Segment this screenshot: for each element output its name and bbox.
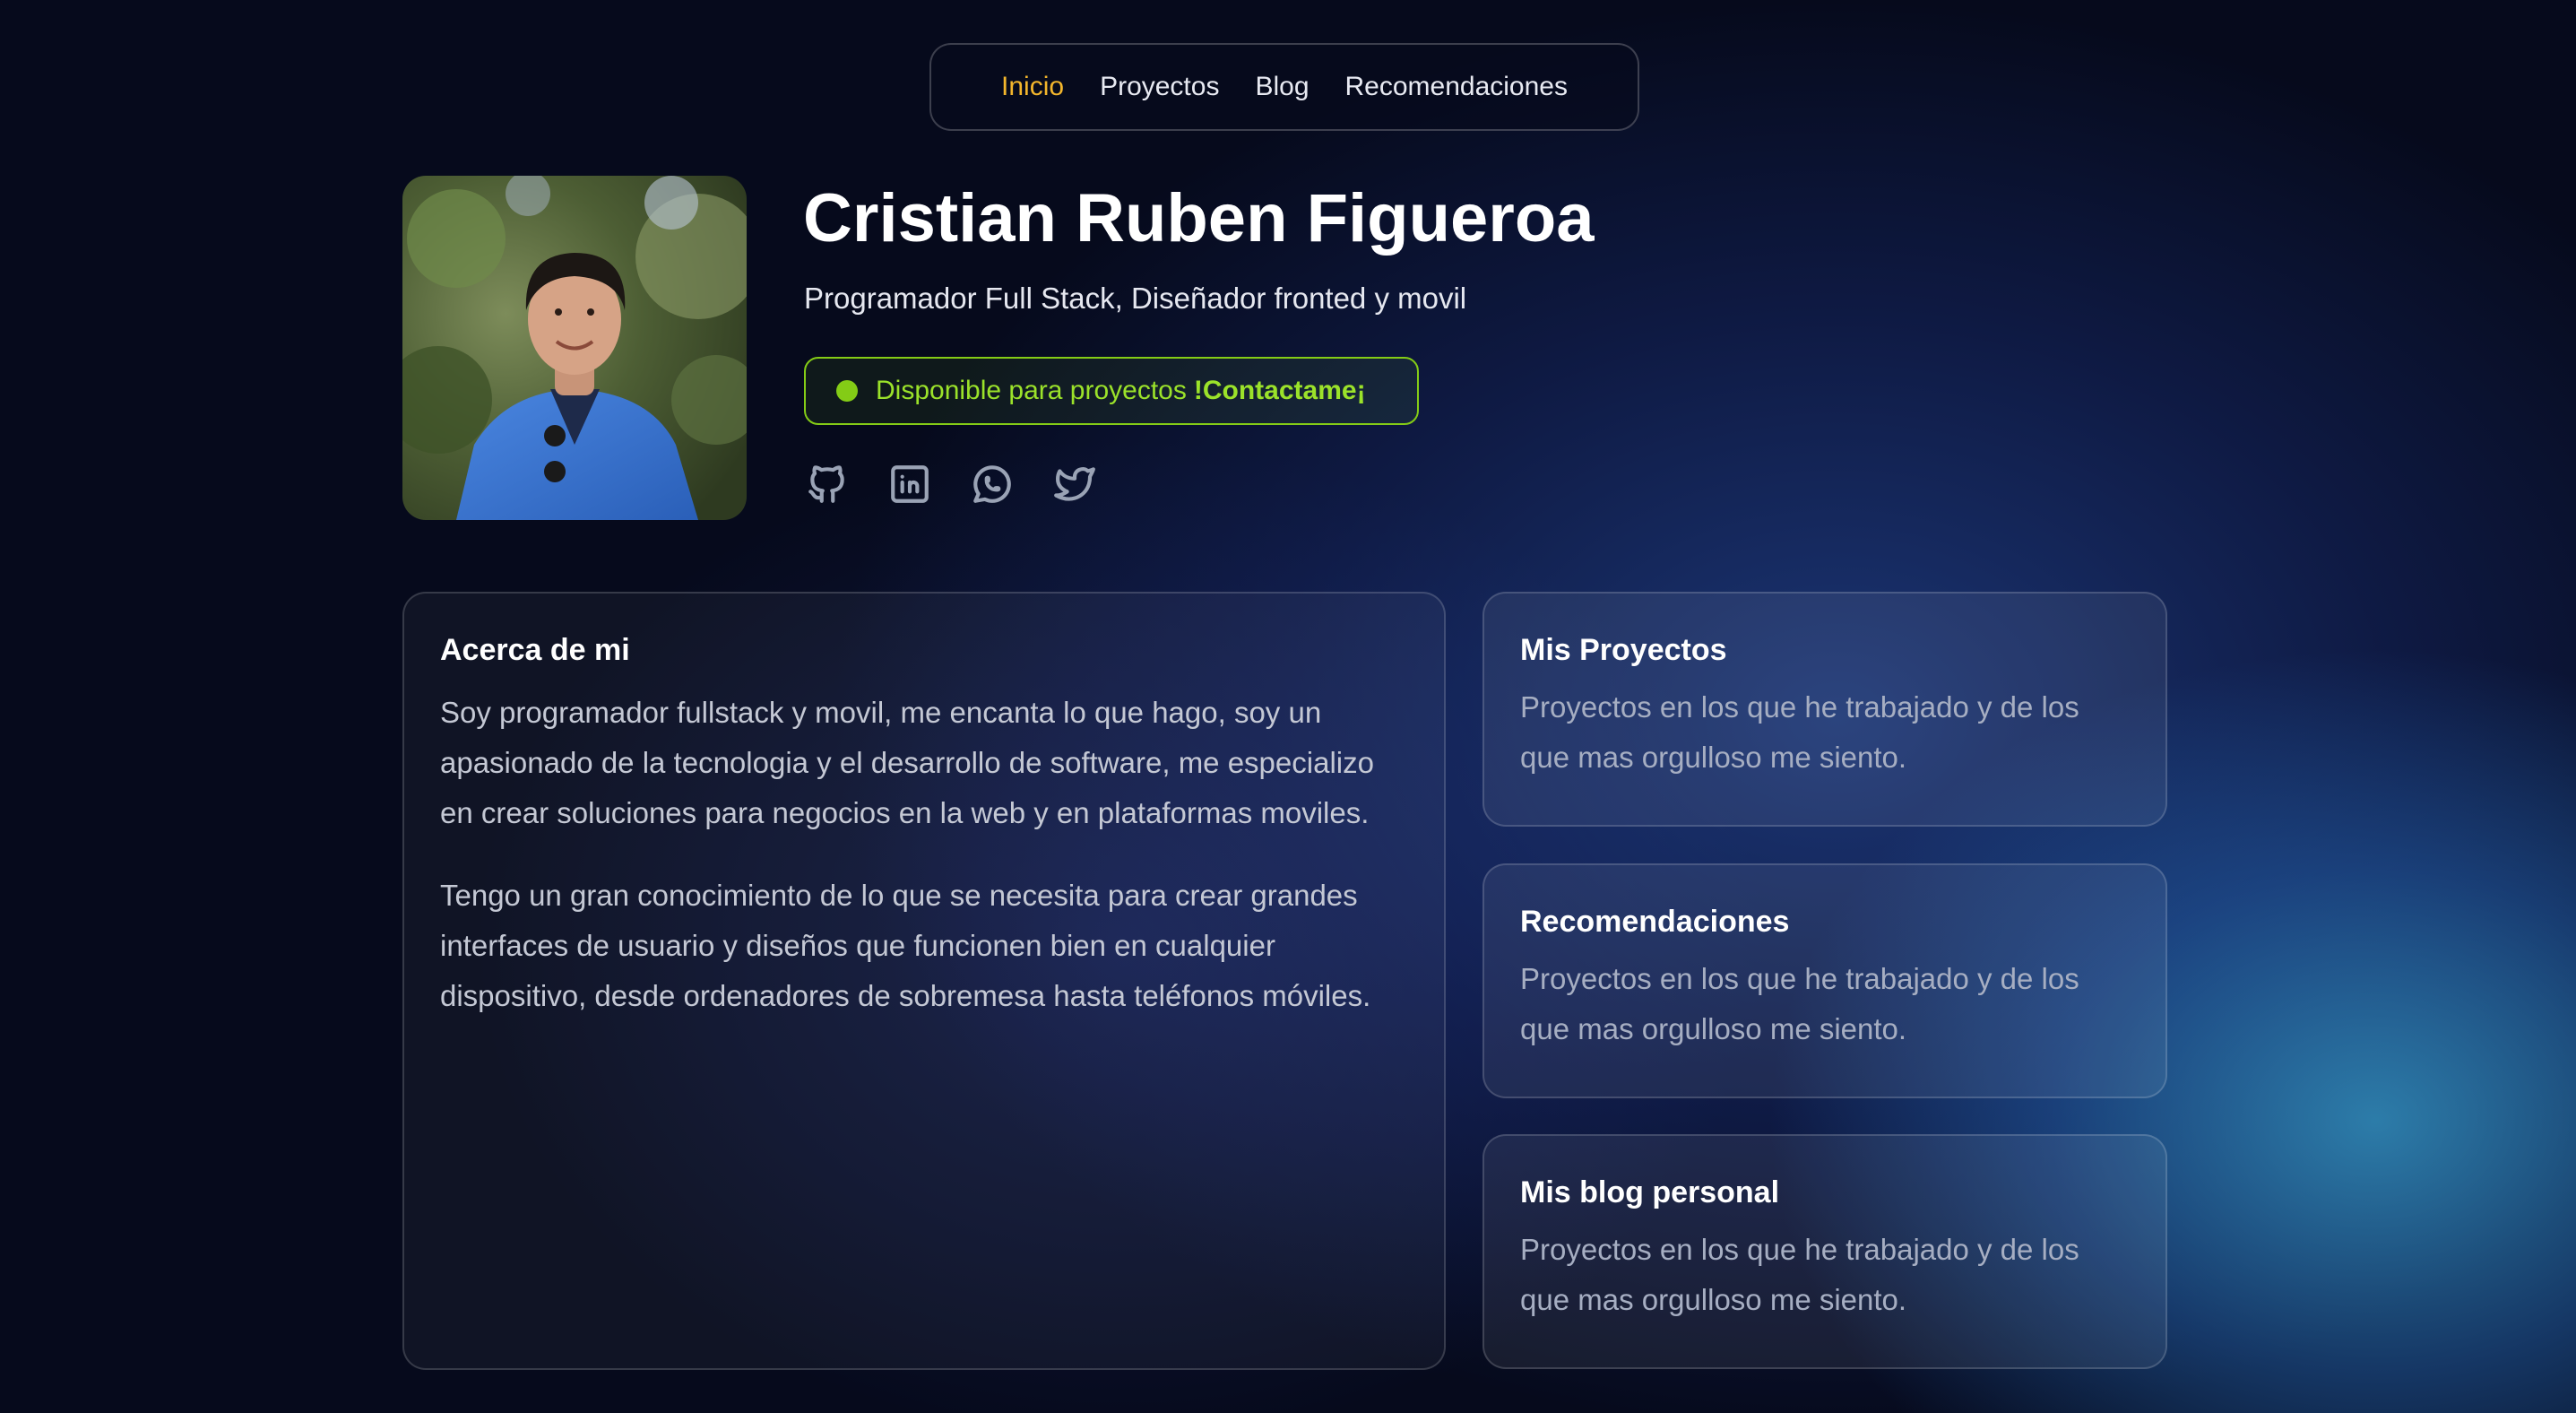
nav-link-blog[interactable]: Blog bbox=[1255, 72, 1309, 102]
blog-card-title: Mis blog personal bbox=[1520, 1175, 1780, 1209]
social-links bbox=[804, 461, 1098, 507]
profile-tagline: Programador Full Stack, Diseñador fronte… bbox=[804, 282, 1467, 315]
status-dot-icon bbox=[836, 380, 858, 402]
recommendations-card[interactable]: Recomendaciones Proyectos en los que he … bbox=[1482, 863, 2167, 1098]
about-paragraph-2: Tengo un gran conocimiento de lo que se … bbox=[440, 879, 1371, 1012]
nav-link-inicio[interactable]: Inicio bbox=[1001, 72, 1064, 102]
contact-cta: !Contactame¡ bbox=[1193, 376, 1366, 405]
availability-text: Disponible para proyectos bbox=[876, 376, 1187, 405]
blog-card[interactable]: Mis blog personal Proyectos en los que h… bbox=[1482, 1134, 2167, 1369]
projects-card-description: Proyectos en los que he trabajado y de l… bbox=[1520, 690, 2079, 774]
twitter-icon[interactable] bbox=[1051, 461, 1098, 507]
profile-photo bbox=[402, 176, 747, 520]
nav-link-recomendaciones[interactable]: Recomendaciones bbox=[1345, 72, 1568, 102]
availability-badge[interactable]: Disponible para proyectos !Contactame¡ bbox=[804, 357, 1419, 425]
github-icon[interactable] bbox=[804, 461, 851, 507]
linkedin-icon[interactable] bbox=[886, 461, 933, 507]
whatsapp-icon[interactable] bbox=[969, 461, 1016, 507]
about-card: Acerca de mi Soy programador fullstack y… bbox=[402, 592, 1446, 1370]
projects-card-title: Mis Proyectos bbox=[1520, 633, 1727, 667]
projects-card[interactable]: Mis Proyectos Proyectos en los que he tr… bbox=[1482, 592, 2167, 827]
top-nav: Inicio Proyectos Blog Recomendaciones bbox=[929, 43, 1639, 131]
about-title: Acerca de mi bbox=[440, 633, 630, 667]
nav-link-proyectos[interactable]: Proyectos bbox=[1100, 72, 1219, 102]
blog-card-description: Proyectos en los que he trabajado y de l… bbox=[1520, 1233, 2079, 1316]
profile-name: Cristian Ruben Figueroa bbox=[803, 180, 1595, 256]
about-paragraph-1: Soy programador fullstack y movil, me en… bbox=[440, 696, 1374, 829]
recommendations-card-description: Proyectos en los que he trabajado y de l… bbox=[1520, 962, 2079, 1045]
recommendations-card-title: Recomendaciones bbox=[1520, 905, 1790, 939]
